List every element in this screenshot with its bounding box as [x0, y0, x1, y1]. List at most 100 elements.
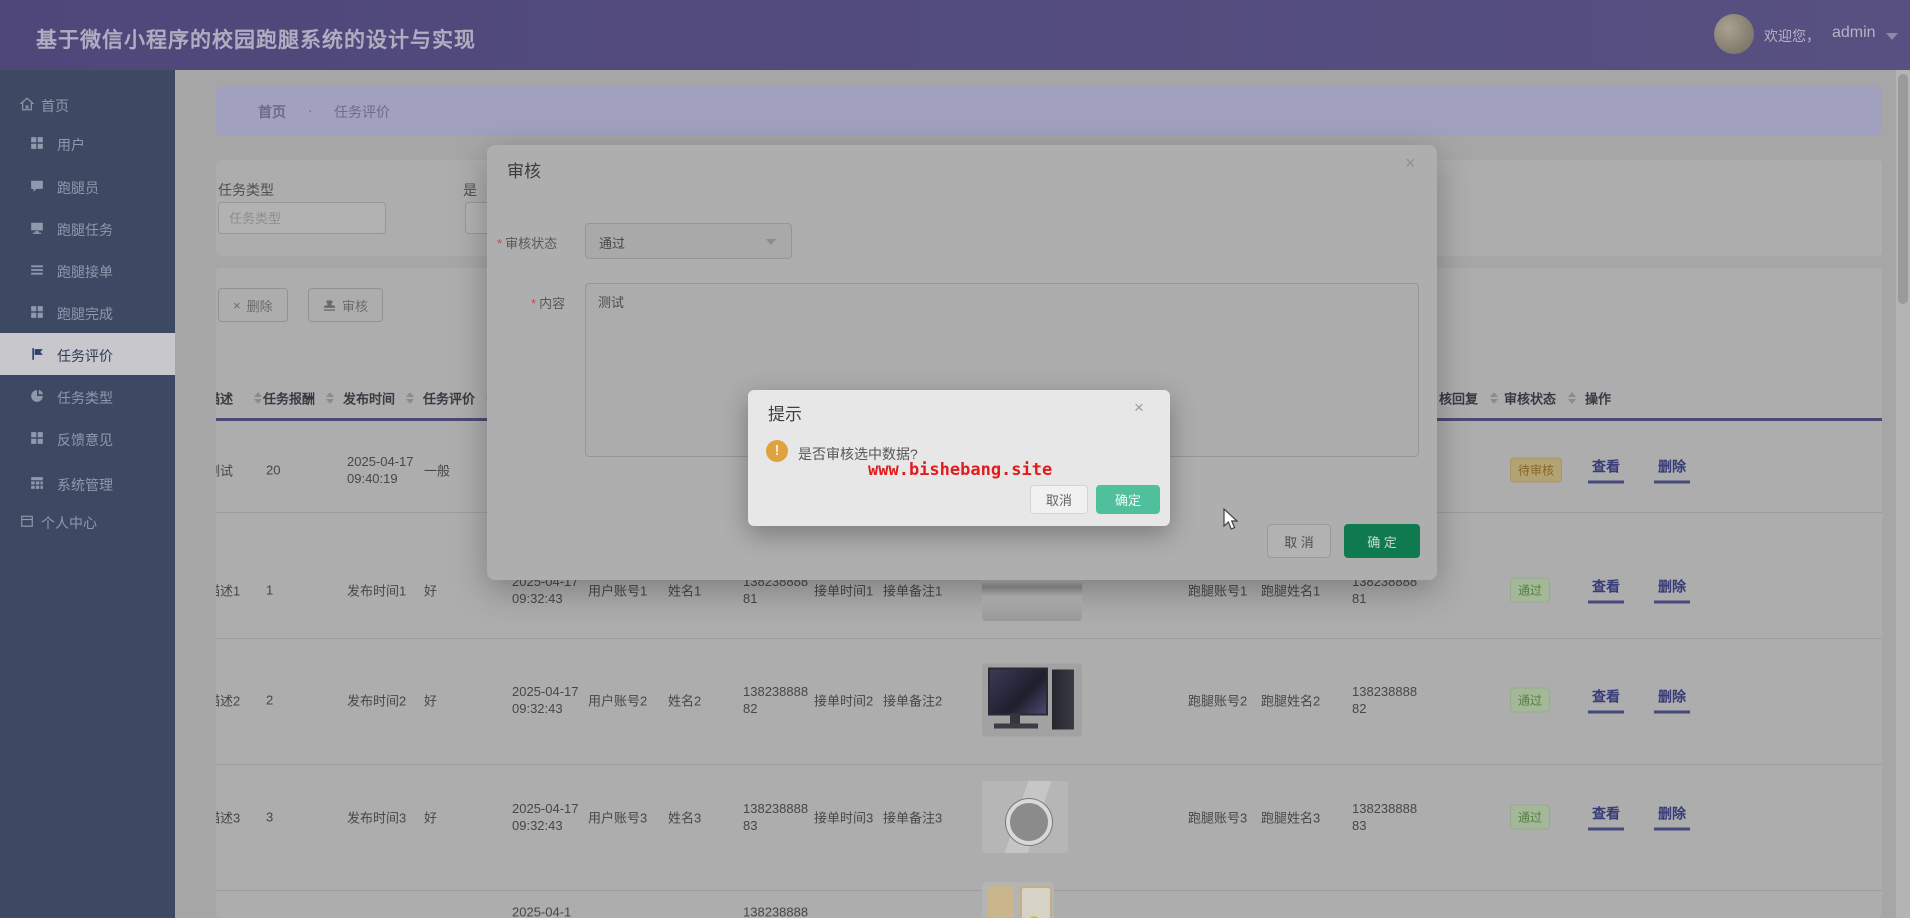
cell-account: 用户账号1 — [588, 581, 647, 600]
audit-button[interactable]: 审核 — [308, 288, 383, 322]
status-badge: 通过 — [1510, 688, 1550, 713]
table-row[interactable]: 描述2 2 发布时间2 好 2025-04-17 09:32:43 用户账号2 … — [216, 640, 1882, 760]
pie-icon — [30, 389, 44, 403]
confirm-button[interactable]: 确定 — [1096, 485, 1160, 514]
required-asterisk: * — [531, 296, 536, 311]
confirm-button[interactable]: 确 定 — [1344, 524, 1420, 558]
sidebar-item-label: 系统管理 — [57, 475, 113, 495]
close-icon[interactable]: × — [1405, 153, 1416, 174]
column-header-status[interactable]: 审核状态 — [1504, 389, 1556, 408]
product-image[interactable] — [982, 882, 1054, 918]
view-link[interactable]: 查看 — [1588, 804, 1624, 831]
table-row[interactable]: 2025-04-1 138238888 — [216, 852, 1882, 918]
sidebar-item-task-types[interactable]: 任务类型 — [0, 377, 175, 417]
sort-icon[interactable] — [248, 392, 262, 404]
cancel-button[interactable]: 取消 — [1030, 485, 1088, 514]
sidebar-item-feedback[interactable]: 反馈意见 — [0, 419, 175, 459]
column-header-reply[interactable]: 核回复 — [1439, 389, 1478, 408]
list-icon — [30, 263, 44, 277]
product-image[interactable] — [982, 664, 1082, 737]
sidebar-item-runners[interactable]: 跑腿员 — [0, 167, 175, 207]
product-image[interactable] — [982, 781, 1068, 853]
status-select[interactable]: 通过 — [585, 223, 792, 259]
view-link[interactable]: 查看 — [1588, 687, 1624, 714]
cell-order-time: 接单时间1 — [814, 581, 873, 600]
sort-icon[interactable] — [400, 392, 414, 404]
dialog-title: 提示 — [768, 400, 802, 425]
sidebar-item-label: 跑腿员 — [57, 178, 99, 198]
sidebar-item-tasks[interactable]: 跑腿任务 — [0, 209, 175, 249]
cancel-button[interactable]: 取 消 — [1267, 524, 1331, 558]
status-field-label: *审核状态 — [497, 233, 557, 252]
sidebar: 首页 用户 跑腿员 跑腿任务 跑腿接单 跑腿完成 任务评价 任务类型 — [0, 70, 175, 918]
delete-link[interactable]: 删除 — [1654, 577, 1690, 604]
cell-order-time: 接单时间2 — [814, 691, 873, 710]
cell-reward: 1 — [266, 583, 273, 598]
sidebar-item-profile[interactable]: 个人中心 — [0, 502, 175, 542]
delete-button[interactable]: × 删除 — [218, 288, 288, 322]
cell-phone: 13823888882 — [743, 683, 811, 717]
cell-name: 姓名3 — [668, 808, 701, 827]
view-link[interactable]: 查看 — [1588, 457, 1624, 484]
cell-order-time: 接单时间3 — [814, 808, 873, 827]
grid-icon — [30, 431, 44, 445]
status-badge: 通过 — [1510, 805, 1550, 830]
sidebar-item-label: 用户 — [57, 135, 85, 155]
cell-runner-account: 跑腿账号2 — [1188, 691, 1247, 710]
column-header-reward[interactable]: 任务报酬 — [263, 389, 315, 408]
delete-button-label: 删除 — [247, 296, 273, 315]
sort-icon[interactable] — [320, 392, 334, 404]
panel-icon — [20, 514, 34, 528]
sidebar-item-label: 首页 — [41, 96, 69, 116]
cell-pub-time: 发布时间2 — [347, 691, 406, 710]
cell-order-note: 接单备注3 — [883, 808, 942, 827]
view-link[interactable]: 查看 — [1588, 577, 1624, 604]
page: 基于微信小程序的校园跑腿系统的设计与实现 欢迎您， admin 首页 用户 跑腿… — [0, 0, 1910, 918]
scrollbar[interactable] — [1896, 70, 1910, 918]
sidebar-item-task-evaluation[interactable]: 任务评价 — [0, 333, 175, 375]
cell-date: 2025-04-1 — [512, 904, 582, 918]
sort-icon[interactable] — [1484, 392, 1498, 404]
column-header-desc[interactable]: 描述 — [216, 389, 252, 408]
cell-eval: 好 — [424, 691, 437, 710]
app-title: 基于微信小程序的校园跑腿系统的设计与实现 — [36, 24, 476, 54]
delete-link[interactable]: 删除 — [1654, 687, 1690, 714]
status-badge: 待审核 — [1510, 458, 1562, 483]
chevron-down-icon[interactable] — [1886, 33, 1898, 40]
breadcrumb-home[interactable]: 首页 — [258, 102, 286, 122]
watermark-text: www.bishebang.site — [868, 460, 1052, 480]
partial-filter-label: 是 — [463, 180, 477, 200]
content-field-label: *内容 — [531, 293, 565, 312]
task-type-input[interactable] — [218, 202, 386, 234]
sidebar-item-users[interactable]: 用户 — [0, 124, 175, 164]
cell-pub-time: 发布时间3 — [347, 808, 406, 827]
cell-reward: 2 — [266, 693, 273, 708]
cell-account: 用户账号2 — [588, 691, 647, 710]
column-header-pub-time[interactable]: 发布时间 — [343, 389, 395, 408]
audit-button-label: 审核 — [342, 296, 368, 315]
sidebar-item-system[interactable]: 系统管理 — [0, 464, 175, 504]
sort-icon[interactable] — [1562, 392, 1576, 404]
cell-name: 姓名1 — [668, 581, 701, 600]
scrollbar-thumb[interactable] — [1898, 74, 1908, 304]
username-dropdown[interactable]: admin — [1832, 24, 1876, 42]
sidebar-item-home[interactable]: 首页 — [0, 85, 175, 125]
cell-runner-name: 跑腿姓名2 — [1261, 691, 1320, 710]
cell-phone: 13823888883 — [743, 800, 811, 834]
delete-link[interactable]: 删除 — [1654, 804, 1690, 831]
sidebar-item-completed[interactable]: 跑腿完成 — [0, 293, 175, 333]
close-icon[interactable]: × — [1134, 398, 1144, 418]
breadcrumb-current: 任务评价 — [334, 102, 390, 122]
avatar[interactable] — [1714, 14, 1754, 54]
cell-name: 姓名2 — [668, 691, 701, 710]
table-icon — [30, 476, 44, 490]
cell-runner-account: 跑腿账号3 — [1188, 808, 1247, 827]
sidebar-item-label: 反馈意见 — [57, 430, 113, 450]
flag-icon — [30, 347, 44, 361]
column-header-eval[interactable]: 任务评价 — [423, 389, 475, 408]
sidebar-item-label: 个人中心 — [41, 513, 97, 533]
status-select-value: 通过 — [599, 233, 625, 252]
delete-link[interactable]: 删除 — [1654, 457, 1690, 484]
cell-account: 用户账号3 — [588, 808, 647, 827]
sidebar-item-orders[interactable]: 跑腿接单 — [0, 251, 175, 291]
